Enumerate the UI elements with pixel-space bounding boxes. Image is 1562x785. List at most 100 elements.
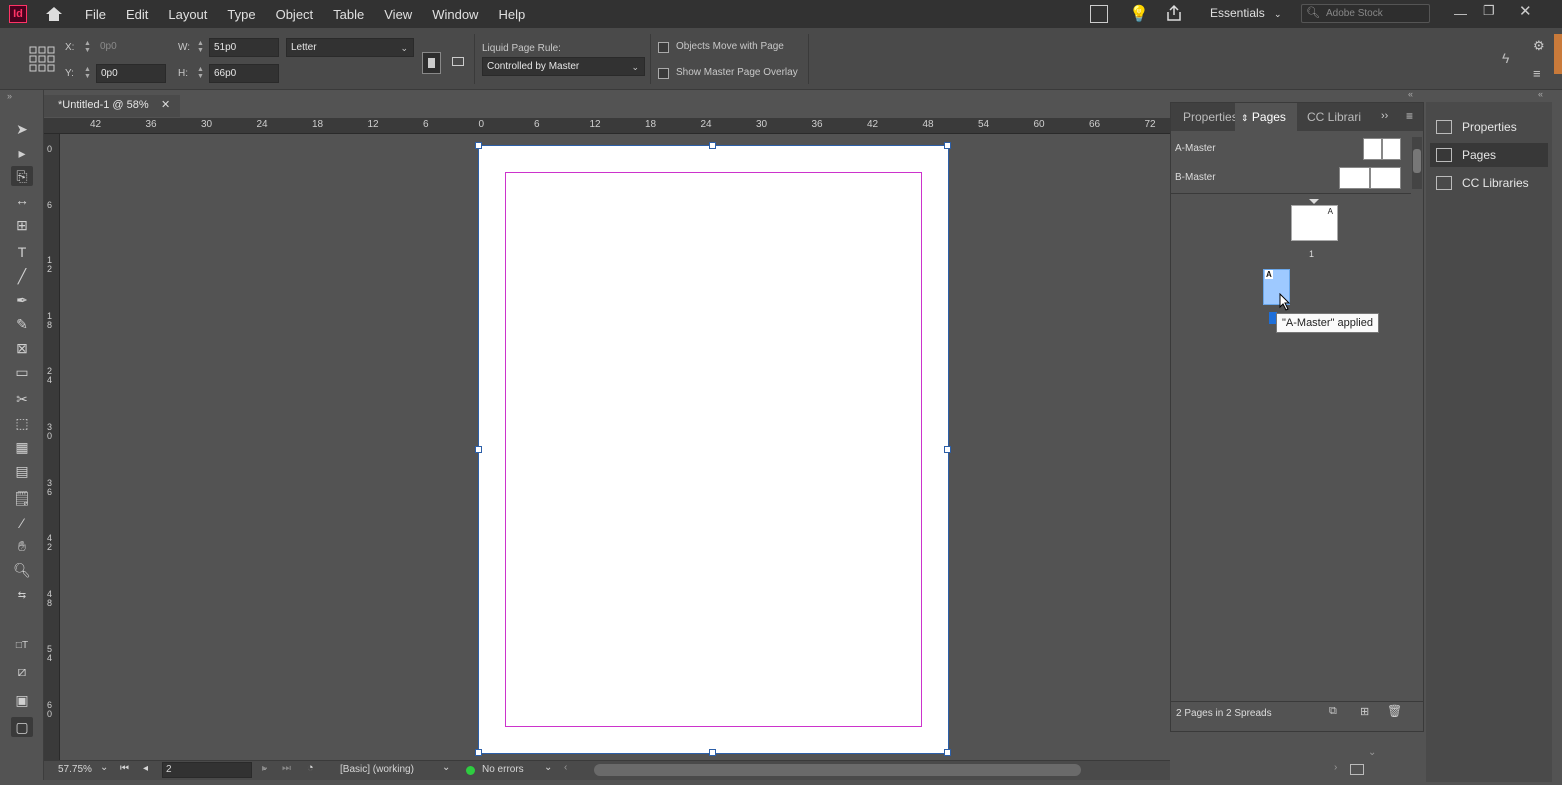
portrait-orientation-icon[interactable] xyxy=(422,52,441,74)
dock-item-pages[interactable]: Pages xyxy=(1430,143,1548,167)
landscape-orientation-icon[interactable] xyxy=(449,53,467,71)
page-1-thumbnail[interactable]: A xyxy=(1291,205,1338,241)
gear-icon[interactable]: ⚙ xyxy=(1533,38,1545,54)
panel-expand-icon[interactable]: ›› xyxy=(1381,110,1388,122)
last-page-icon[interactable]: ⏭ xyxy=(282,763,291,774)
menu-file[interactable]: File xyxy=(85,7,106,22)
chevron-down-icon[interactable]: ⌄ xyxy=(100,762,108,773)
a-master-thumbnail[interactable] xyxy=(1382,138,1401,160)
panel-menu-icon[interactable]: ≡ xyxy=(1406,109,1413,123)
apply-none-icon[interactable]: ⧄ xyxy=(11,661,33,681)
note-tool-icon[interactable]: 🗒︎ xyxy=(11,488,33,508)
line-tool-icon[interactable]: ╱ xyxy=(11,266,33,286)
b-master-thumbnail[interactable] xyxy=(1339,167,1370,189)
close-window-icon[interactable]: ✕ xyxy=(1519,2,1532,20)
pencil-tool-icon[interactable]: ✎ xyxy=(11,314,33,334)
free-transform-tool-icon[interactable]: ⬚ xyxy=(11,413,33,433)
x-stepper-icon[interactable]: ▲ ▼ xyxy=(83,40,92,54)
home-icon[interactable] xyxy=(45,6,63,22)
hamburger-menu-icon[interactable]: ≡ xyxy=(1533,66,1541,81)
vertical-ruler[interactable]: 0 6 1 2 1 8 2 4 3 0 3 6 4 2 4 8 5 4 6 0 xyxy=(44,134,60,760)
document-tab[interactable]: *Untitled-1 @ 58% ✕ xyxy=(44,95,180,117)
chevron-down-icon[interactable]: ⌄ xyxy=(544,762,552,773)
horizontal-scrollbar[interactable] xyxy=(594,764,1081,776)
menu-object[interactable]: Object xyxy=(276,7,314,22)
panel-dock-collapse-icon[interactable]: « xyxy=(1538,89,1543,99)
tab-cc-libraries[interactable]: CC Librari xyxy=(1307,103,1361,131)
zoom-level[interactable]: 57.75% xyxy=(58,764,92,775)
zoom-tool-icon[interactable]: 🔍︎ xyxy=(11,560,33,580)
menu-view[interactable]: View xyxy=(384,7,412,22)
rectangle-frame-tool-icon[interactable]: ⊠ xyxy=(11,338,33,358)
panel-group-collapse-icon[interactable]: « xyxy=(1408,89,1413,99)
preflight-profile[interactable]: [Basic] (working) xyxy=(340,764,414,775)
scroll-right-icon[interactable]: › xyxy=(1334,762,1337,773)
page-icon[interactable]: ◔ xyxy=(307,762,314,774)
h-stepper-icon[interactable]: ▲ ▼ xyxy=(196,66,205,80)
previous-page-icon[interactable]: ◂ xyxy=(143,763,148,774)
selection-handle[interactable] xyxy=(944,142,951,149)
pen-tool-icon[interactable]: ✒ xyxy=(11,290,33,310)
selection-handle[interactable] xyxy=(475,749,482,756)
width-field[interactable]: 51p0 xyxy=(209,38,279,57)
new-page-icon[interactable]: ⊞ xyxy=(1360,705,1369,718)
menu-type[interactable]: Type xyxy=(227,7,255,22)
scroll-left-icon[interactable]: ‹ xyxy=(564,762,567,773)
height-field[interactable]: 66p0 xyxy=(209,64,279,83)
dock-item-properties[interactable]: Properties xyxy=(1430,115,1548,139)
share-icon[interactable] xyxy=(1165,4,1183,22)
preflight-errors[interactable]: No errors xyxy=(482,764,524,775)
selection-handle[interactable] xyxy=(475,446,482,453)
panel-divider[interactable] xyxy=(1171,193,1411,194)
type-tool-icon[interactable]: T xyxy=(11,242,33,262)
x-field[interactable]: 0p0 xyxy=(96,38,166,57)
restore-icon[interactable]: ❐ xyxy=(1483,3,1495,19)
hand-tool-icon[interactable]: ✋︎ xyxy=(11,536,33,556)
split-view-icon[interactable] xyxy=(1350,764,1364,775)
gap-tool-icon[interactable]: ↔ xyxy=(11,190,33,210)
gradient-feather-tool-icon[interactable]: ▤ xyxy=(11,461,33,481)
next-page-icon[interactable]: ▸ xyxy=(262,763,267,774)
chevron-down-icon[interactable]: ⌄ xyxy=(442,762,450,773)
menu-window[interactable]: Window xyxy=(432,7,478,22)
selection-handle[interactable] xyxy=(709,749,716,756)
page-size-dropdown[interactable]: Letter ⌄ xyxy=(286,38,414,57)
liquid-page-rule-dropdown[interactable]: Controlled by Master ⌄ xyxy=(482,57,645,76)
page-tool-icon[interactable]: ⎘ xyxy=(11,166,33,186)
minimize-icon[interactable]: — xyxy=(1454,6,1467,21)
dock-item-cc-libraries[interactable]: CC Libraries xyxy=(1430,171,1548,195)
show-master-overlay-checkbox[interactable] xyxy=(658,68,669,79)
edit-page-size-icon[interactable]: ⧉ xyxy=(1329,705,1337,718)
fill-stroke-swap-icon[interactable]: ⇆ xyxy=(11,586,33,606)
close-tab-icon[interactable]: ✕ xyxy=(161,98,170,111)
selection-handle[interactable] xyxy=(944,749,951,756)
stock-search-input[interactable]: 🔍︎ Adobe Stock xyxy=(1301,4,1430,23)
menu-help[interactable]: Help xyxy=(498,7,525,22)
delete-page-icon[interactable]: 🗑︎ xyxy=(1387,704,1402,718)
selection-handle[interactable] xyxy=(475,142,482,149)
b-master-label[interactable]: B-Master xyxy=(1175,172,1216,183)
lightning-icon[interactable]: ϟ xyxy=(1502,50,1509,66)
y-stepper-icon[interactable]: ▲ ▼ xyxy=(83,66,92,80)
gradient-swatch-tool-icon[interactable]: ▦ xyxy=(11,437,33,457)
horizontal-ruler[interactable]: 42 36 30 24 18 12 6 0 6 12 18 24 30 36 42 48 54 60 66 72 xyxy=(44,118,1170,134)
direct-selection-tool-icon[interactable]: ▸ xyxy=(11,143,33,163)
panel-collapse-icon[interactable]: » xyxy=(7,91,12,101)
menu-edit[interactable]: Edit xyxy=(126,7,148,22)
rectangle-tool-icon[interactable]: ▭ xyxy=(11,362,33,382)
content-collector-icon[interactable]: ⊞ xyxy=(11,215,33,235)
tab-properties[interactable]: Properties xyxy=(1183,103,1235,131)
panel-scrollbar-thumb[interactable] xyxy=(1413,149,1421,173)
screen-mode-icon[interactable]: ▣ xyxy=(11,690,33,710)
formatting-container-icon[interactable]: □T xyxy=(11,636,33,656)
w-stepper-icon[interactable]: ▲ ▼ xyxy=(196,40,205,54)
first-page-icon[interactable]: ⏮ xyxy=(120,763,129,774)
objects-move-checkbox[interactable] xyxy=(658,42,669,53)
a-master-label[interactable]: A-Master xyxy=(1175,143,1216,154)
selection-handle[interactable] xyxy=(944,446,951,453)
panel-scrollbar[interactable] xyxy=(1412,137,1422,189)
publish-online-icon[interactable] xyxy=(1090,5,1108,23)
preview-mode-icon[interactable]: ▢ xyxy=(11,717,33,737)
reference-point-icon[interactable] xyxy=(29,46,55,72)
page-number-field[interactable]: 2 ⌄ xyxy=(162,762,269,778)
